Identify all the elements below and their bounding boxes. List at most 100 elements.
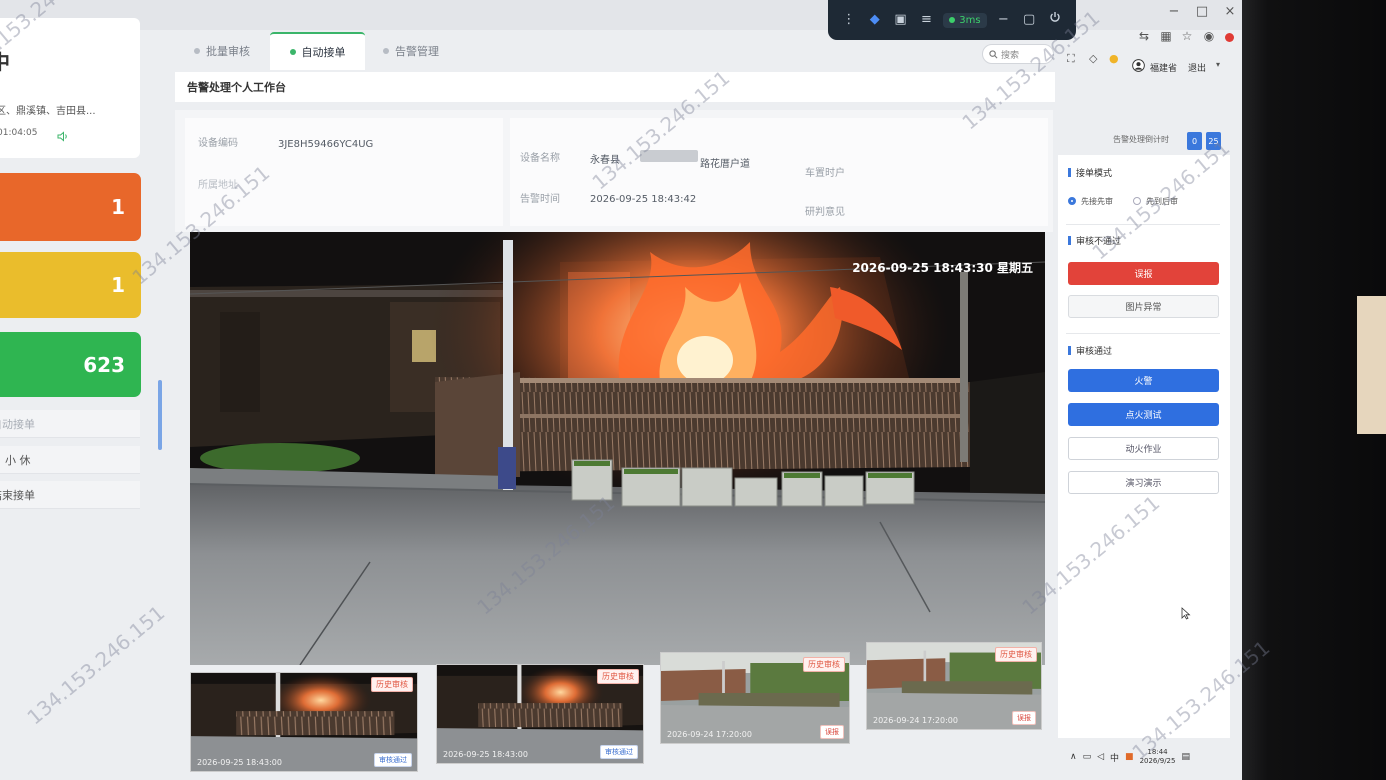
user-name[interactable]: 福建省: [1150, 61, 1177, 74]
record-icon[interactable]: [1225, 33, 1234, 42]
false-alarm-button[interactable]: 误报: [1068, 262, 1219, 285]
mode-label: 接单模式: [1076, 169, 1113, 179]
device-code-label: 设备编码: [198, 138, 238, 149]
device-code-value: 3JE8H59466YC4UG: [278, 139, 374, 150]
region-card-title: 中: [0, 46, 10, 75]
countdown-label: 告警处理倒计时: [1113, 135, 1169, 144]
apps-icon[interactable]: ▦: [1158, 29, 1174, 43]
fire-alarm-button[interactable]: 火警: [1068, 369, 1219, 392]
history-time: 2026-09-25 18:43:00: [443, 750, 528, 759]
window-minimize-icon[interactable]: −: [1166, 4, 1182, 19]
history-time: 2026-09-24 17:20:00: [873, 716, 958, 725]
tab-batch-review[interactable]: 批量审核: [178, 32, 266, 70]
history-status-badge: 审核通过: [374, 753, 412, 767]
alarm-camera-image[interactable]: 2026-09-25 18:43:30 星期五: [190, 232, 1045, 665]
power-icon[interactable]: [1046, 11, 1064, 29]
mode-section-title: 接单模式: [1068, 166, 1112, 179]
history-thumbnail[interactable]: 历史审核 2026-09-24 17:20:00 误报: [660, 652, 850, 744]
mode-option-2[interactable]: 先到后审: [1146, 196, 1178, 207]
app-tray-icon[interactable]: ■: [1125, 752, 1134, 762]
alarm-time-value: 2026-09-25 18:43:42: [590, 194, 697, 205]
divider: [1066, 333, 1220, 334]
camera-scene: 2026-09-25 18:43:30 星期五: [190, 232, 1045, 665]
speaker-icon[interactable]: [57, 127, 69, 146]
ignition-test-button[interactable]: 点火测试: [1068, 403, 1219, 426]
history-thumbnail[interactable]: 历史审核 2026-09-24 17:20:00 误报: [866, 642, 1042, 730]
monitor-screen: ⋮ ◆ ▣ ≡ 3ms − ▢ − □ × ⇆ ▦ ☆ ◉ 搜索 ⛶ ◇ ● 福…: [0, 0, 1386, 780]
redaction-block: [640, 150, 698, 162]
volume-icon[interactable]: ◁: [1097, 752, 1104, 762]
history-thumbnail[interactable]: 历史审核 2026-09-25 18:43:00 审核通过: [190, 672, 418, 772]
ime-icon[interactable]: 中: [1110, 751, 1119, 764]
taskbar-clock[interactable]: 18:44 2026/9/25: [1140, 748, 1176, 766]
mode-radio-2[interactable]: [1133, 197, 1141, 205]
menu-item-end-accept[interactable]: 结束接单: [0, 481, 140, 509]
window-maximize-icon[interactable]: □: [1194, 4, 1210, 19]
network-icon[interactable]: ▭: [1083, 752, 1092, 762]
pin-icon[interactable]: ◆: [866, 11, 884, 29]
history-thumbnail[interactable]: 历史审核 2026-09-25 18:43:00 审核通过: [436, 664, 644, 764]
region-list: 区、鼎溪镇、吉田县...: [0, 106, 96, 117]
stat-card-urgent[interactable]: 1: [0, 173, 141, 241]
device-name-prefix: 永春县: [590, 155, 620, 166]
stat-card-pending[interactable]: 1: [0, 252, 141, 318]
reject-label: 审核不通过: [1076, 237, 1122, 247]
tab-alarm-management[interactable]: 告警管理: [370, 32, 452, 70]
minimize-icon[interactable]: −: [994, 11, 1012, 29]
history-status-badge: 误报: [820, 725, 844, 739]
stat-card-processed[interactable]: 623: [0, 332, 141, 397]
background-paper: [1357, 296, 1386, 434]
menu-item-auto-accept[interactable]: 自动接单: [0, 410, 140, 438]
history-status-badge: 审核通过: [600, 745, 638, 759]
screen-icon[interactable]: ▣: [892, 11, 910, 29]
drill-demo-button[interactable]: 演习演示: [1068, 471, 1219, 494]
tab-auto-accept[interactable]: 自动接单: [270, 32, 365, 70]
chevron-down-icon[interactable]: ▾: [1216, 60, 1220, 69]
sidebar-scrollbar[interactable]: [158, 380, 162, 450]
tray-expand-icon[interactable]: ∧: [1070, 752, 1077, 762]
history-tag: 历史审核: [995, 647, 1037, 662]
watermark-text: 134.153.246.151: [22, 600, 170, 730]
hot-work-button[interactable]: 动火作业: [1068, 437, 1219, 460]
session-time: 01:04:05: [0, 128, 38, 138]
search-input[interactable]: 搜索: [982, 44, 1054, 64]
image-error-button[interactable]: 图片异常: [1068, 295, 1219, 318]
search-icon: [989, 49, 998, 58]
notification-icon[interactable]: ▤: [1181, 752, 1190, 762]
menu-icon[interactable]: ≡: [917, 11, 935, 29]
divider: [1066, 224, 1220, 225]
search-placeholder: 搜索: [1001, 50, 1020, 61]
approve-label: 审核通过: [1076, 347, 1113, 357]
system-taskbar: ∧ ▭ ◁ 中 ■ 18:44 2026/9/25 ▤: [1070, 742, 1238, 772]
countdown-seconds: 25: [1206, 132, 1221, 150]
avatar[interactable]: [1132, 57, 1145, 76]
window-close-icon[interactable]: ×: [1222, 4, 1238, 19]
tab-label: 自动接单: [301, 46, 346, 59]
countdown-minutes: 0: [1187, 132, 1202, 150]
device-field3-label: 车置时户: [805, 168, 845, 179]
mode-option-1[interactable]: 先接先审: [1081, 196, 1113, 207]
account-icon[interactable]: ◉: [1201, 29, 1217, 43]
section-bar-icon: [1068, 236, 1071, 245]
menu-item-break[interactable]: 小 休: [0, 446, 140, 474]
mode-radio-1[interactable]: [1068, 197, 1076, 205]
latency-badge: 3ms: [943, 12, 987, 28]
history-status-badge: 误报: [1012, 711, 1036, 725]
tab-dot-icon: [289, 49, 296, 55]
more-icon[interactable]: ⋮: [840, 11, 858, 29]
diamond-icon[interactable]: ◇: [1089, 52, 1097, 65]
taskbar-time: 18:44: [1147, 748, 1168, 756]
device-address-label: 所属地址: [198, 180, 238, 191]
signal-dot-icon: [949, 17, 956, 23]
device-name-suffix: 路花厝户道: [700, 159, 750, 170]
restore-icon[interactable]: ▢: [1020, 11, 1038, 29]
logout-link[interactable]: 退出: [1188, 61, 1206, 74]
star-icon[interactable]: ☆: [1179, 29, 1195, 43]
menu-item-label: 小 休: [5, 453, 31, 467]
notification-dot-icon[interactable]: ●: [1109, 52, 1119, 65]
fullscreen-icon[interactable]: ⛶: [1067, 52, 1075, 66]
taskbar-date: 2026/9/25: [1139, 757, 1176, 765]
swap-icon[interactable]: ⇆: [1136, 29, 1152, 43]
mouse-cursor-icon: [1181, 605, 1191, 624]
reject-section-title: 审核不通过: [1068, 234, 1121, 247]
